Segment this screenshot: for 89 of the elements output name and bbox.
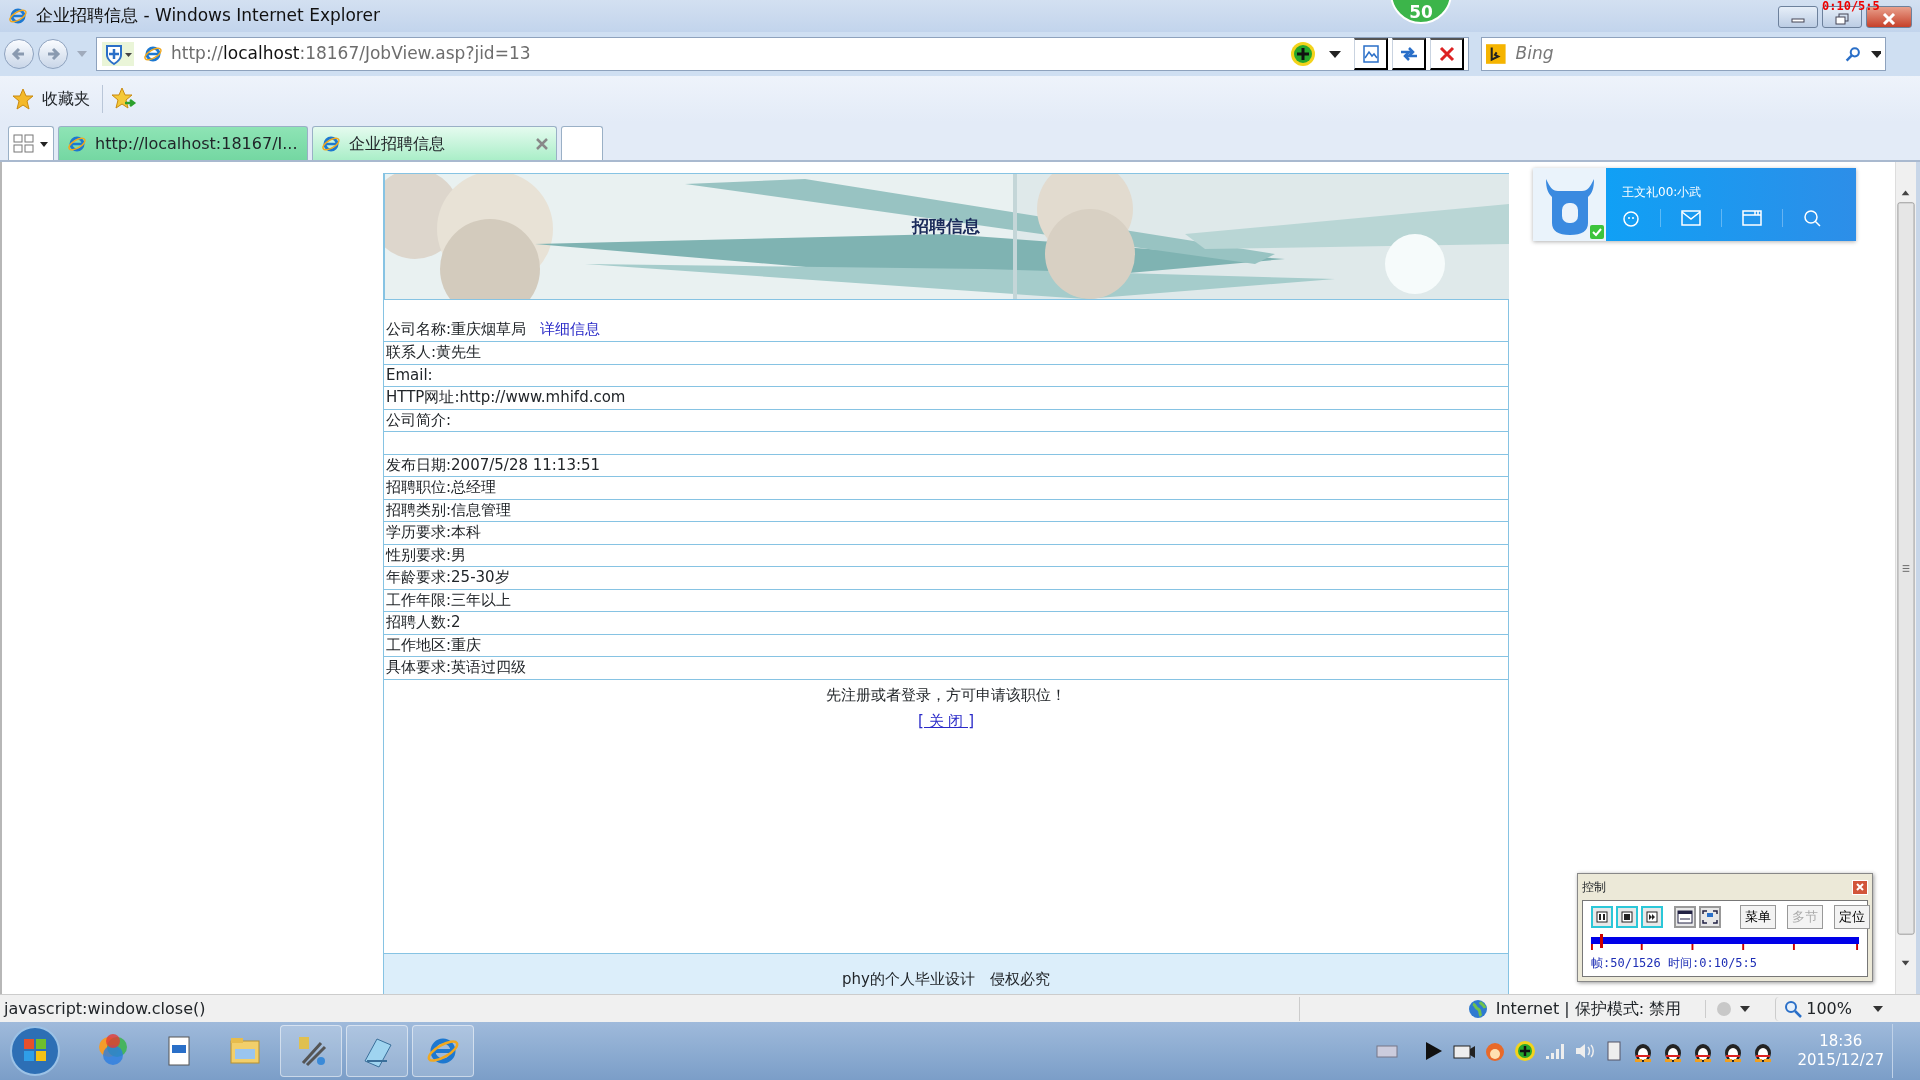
start-button[interactable] (8, 1024, 62, 1078)
mail-icon[interactable] (1681, 209, 1701, 226)
fullscreen-icon (1702, 910, 1718, 924)
security-zone-text: Internet | 保护模式: 禁用 (1495, 997, 1682, 1020)
info-text: 公司简介: (386, 410, 452, 429)
taskbar-app-button[interactable] (346, 1025, 408, 1077)
pause-icon (1596, 911, 1608, 923)
ie-icon (143, 44, 163, 64)
status-text: javascript:window.close() (4, 997, 206, 1020)
info-text: 年龄要求:25-30岁 (386, 568, 510, 586)
window-title: 企业招聘信息 - Windows Internet Explorer (36, 4, 380, 28)
info-text: 招聘类别:信息管理 (386, 500, 512, 519)
qq-username: 王文礼00:小武 (1622, 183, 1703, 201)
control-button[interactable]: 菜单 (1740, 905, 1776, 929)
fit-window-icon (1677, 910, 1693, 924)
info-text: 招聘职位:总经理 (386, 478, 497, 496)
bing-logo-icon (1486, 42, 1506, 66)
close-tab-icon[interactable] (536, 137, 548, 150)
close-icon (1856, 883, 1864, 891)
info-text: 具体要求:英语过四级 (386, 658, 527, 676)
dropdown-arrow-icon[interactable] (1869, 49, 1881, 59)
info-text: 发布日期:2007/5/28 11:13:51 (386, 455, 601, 474)
fast-forward-icon (1646, 911, 1658, 923)
taskbar-app-button[interactable] (280, 1025, 342, 1077)
dropdown-arrow-icon[interactable] (1328, 49, 1342, 59)
stop-icon (1437, 45, 1456, 64)
close-icon (1882, 12, 1896, 25)
info-text: 工作年限:三年以上 (386, 590, 512, 609)
panel-title: 控制 (1582, 879, 1606, 896)
details-link[interactable]: 详细信息 (540, 320, 601, 338)
fit-window-button[interactable] (1674, 906, 1696, 928)
search-box[interactable]: Bing (1481, 37, 1886, 71)
info-text: HTTP网址:http://www.mhifd.com (386, 388, 626, 406)
globe-icon (1467, 998, 1488, 1019)
zoom-button[interactable]: 100% (1775, 996, 1892, 1021)
shield-plus-icon[interactable] (101, 41, 135, 67)
stop-icon (1621, 911, 1633, 923)
scrollbar-drawing[interactable] (1895, 162, 1916, 994)
search-field[interactable]: Bing (1513, 40, 1838, 68)
online-check-icon (1590, 225, 1604, 239)
browser-tab[interactable]: 企业招聘信息 (312, 126, 557, 160)
info-text: 学历要求:本科 (386, 523, 482, 541)
caret-icon (39, 139, 49, 148)
fast-forward-button[interactable] (1641, 906, 1663, 928)
add-favorite-icon[interactable] (111, 87, 137, 111)
ie-icon (8, 6, 28, 26)
frame-info-text: 帧:50/1526 时间:0:10/5:5 (1591, 955, 1759, 972)
notice-text: 先注册或者登录，方可申请该职位！ (826, 685, 1066, 704)
progress-marker[interactable] (1599, 934, 1603, 948)
minimize-button[interactable] (1778, 6, 1818, 28)
window-icon[interactable] (1742, 209, 1762, 226)
recording-time-text: 0:10/5:5 (1822, 0, 1880, 13)
plus-circle-icon[interactable] (1290, 41, 1316, 67)
quick-tabs-icon (13, 133, 35, 154)
control-button[interactable]: 定位 (1834, 905, 1870, 929)
zoom-icon (1784, 999, 1803, 1018)
footer-text: phy的个人毕业设计 侵权必究 (842, 968, 1050, 990)
compatibility-view-icon (1360, 44, 1381, 65)
info-text: 公司名称:重庆烟草局 (386, 320, 527, 338)
refresh-button[interactable] (1392, 38, 1426, 70)
quick-tabs-button[interactable] (8, 126, 54, 160)
pause-button[interactable] (1591, 906, 1613, 928)
browser-tab[interactable]: http://localhost:18167/I... (58, 126, 308, 160)
fullscreen-button[interactable] (1699, 906, 1721, 928)
clock-date: 2015/12/27 (1797, 1051, 1884, 1071)
url-text: http://localhost:18167/JobView.asp?jid=13 (171, 42, 531, 66)
restore-icon (1835, 12, 1849, 25)
clock-time: 18:36 (1818, 1031, 1864, 1051)
info-text: 招聘人数:2 (386, 613, 461, 631)
star-icon (12, 88, 34, 110)
close-link[interactable]: [ 关 闭 ] (918, 712, 974, 730)
search-icon[interactable] (1803, 208, 1821, 227)
smiley-icon[interactable] (1622, 208, 1640, 227)
info-text: 工作地区:重庆 (386, 635, 482, 654)
caret-icon (1872, 1004, 1884, 1013)
info-text: 联系人:黄先生 (386, 343, 482, 361)
info-text: 性别要求:男 (386, 545, 467, 564)
stop-button[interactable] (1430, 38, 1464, 70)
compatibility-view-button[interactable] (1354, 38, 1388, 70)
info-text: Email: (386, 365, 433, 384)
search-icon[interactable] (1845, 44, 1862, 64)
banner-title: 招聘信息 (912, 215, 980, 238)
taskbar-app-button[interactable] (412, 1025, 474, 1077)
back-button[interactable] (4, 39, 34, 69)
forward-button[interactable] (38, 39, 68, 69)
address-field[interactable]: http://localhost:18167/JobView.asp?jid=13 (96, 37, 1469, 71)
stop-button[interactable] (1616, 906, 1638, 928)
plus-circle-icon[interactable] (1513, 1040, 1536, 1062)
favorites-button[interactable]: 收藏夹 (8, 83, 94, 115)
